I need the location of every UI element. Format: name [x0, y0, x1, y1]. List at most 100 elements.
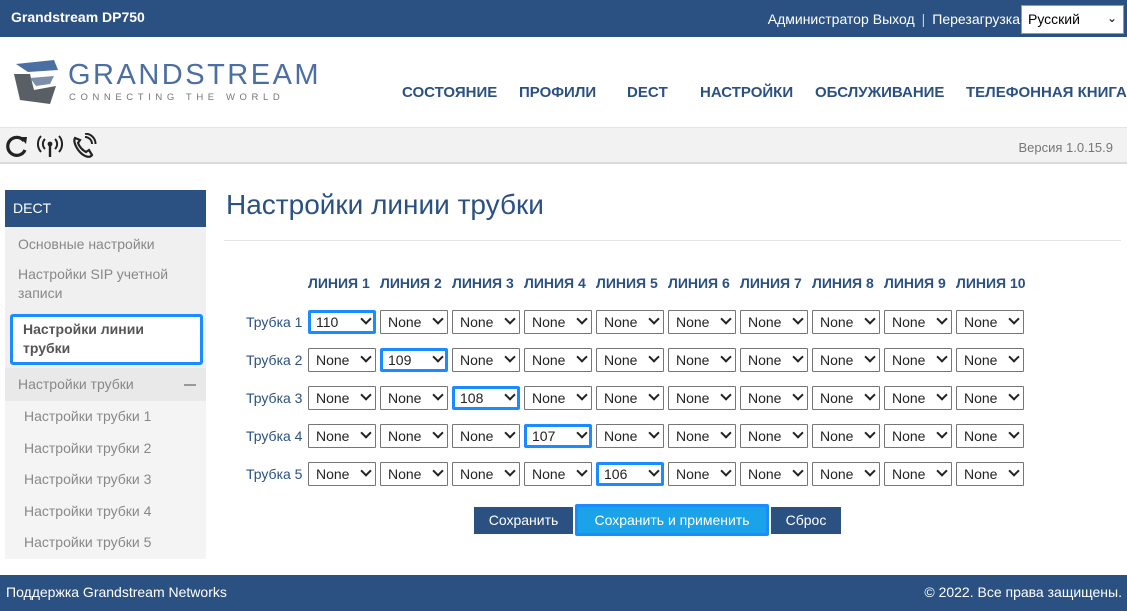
- nav-profiles[interactable]: ПРОФИЛИ: [519, 84, 596, 101]
- sidebar-item-handset-line[interactable]: Настройки линии трубки: [10, 314, 203, 365]
- logout-link[interactable]: Выход: [873, 11, 915, 27]
- line-select[interactable]: None: [452, 348, 520, 372]
- nav-status[interactable]: СОСТОЯНИЕ: [402, 84, 497, 101]
- line-select[interactable]: None: [308, 424, 376, 448]
- line-select[interactable]: None: [956, 348, 1024, 372]
- line-select[interactable]: None: [308, 462, 376, 486]
- line-select[interactable]: None: [812, 348, 880, 372]
- line-select[interactable]: None: [956, 386, 1024, 410]
- line-select[interactable]: None: [596, 348, 664, 372]
- sidebar-subitem-handset-1[interactable]: Настройки трубки 1: [5, 401, 206, 433]
- line-select[interactable]: None: [740, 310, 808, 334]
- line-select[interactable]: None: [812, 462, 880, 486]
- line-select[interactable]: None: [524, 348, 592, 372]
- line-select[interactable]: None: [740, 424, 808, 448]
- line-select[interactable]: None: [596, 310, 664, 334]
- line-select-value: None: [604, 352, 638, 368]
- chevron-down-icon: [1008, 427, 1020, 439]
- line-select[interactable]: None: [884, 310, 952, 334]
- line-select[interactable]: None: [452, 310, 520, 334]
- line-select[interactable]: None: [956, 462, 1024, 486]
- divider: [224, 240, 1121, 241]
- line-select[interactable]: None: [308, 386, 376, 410]
- line-select[interactable]: None: [668, 386, 736, 410]
- line-select[interactable]: 107: [524, 424, 592, 448]
- line-select-value: None: [676, 352, 710, 368]
- line-select[interactable]: None: [308, 348, 376, 372]
- row-label: Трубка 2: [246, 352, 303, 368]
- sidebar-item-basic[interactable]: Основные настройки: [5, 227, 206, 260]
- sidebar-subitem-handset-4[interactable]: Настройки трубки 4: [5, 495, 206, 527]
- line-select[interactable]: None: [884, 424, 952, 448]
- sidebar-subitem-handset-5[interactable]: Настройки трубки 5: [5, 527, 206, 559]
- line-select-value: None: [316, 390, 350, 406]
- column-header: ЛИНИЯ 8: [812, 275, 874, 291]
- line-select[interactable]: None: [380, 386, 448, 410]
- line-select[interactable]: None: [812, 310, 880, 334]
- refresh-icon[interactable]: [4, 133, 30, 159]
- collapse-icon[interactable]: [184, 384, 196, 386]
- chevron-down-icon: [720, 465, 732, 477]
- line-select[interactable]: None: [812, 386, 880, 410]
- line-select[interactable]: None: [740, 462, 808, 486]
- line-select[interactable]: None: [884, 462, 952, 486]
- chevron-down-icon: [648, 427, 660, 439]
- language-select[interactable]: Русский ⌄: [1021, 5, 1124, 34]
- chevron-down-icon: [360, 427, 372, 439]
- line-select[interactable]: None: [596, 424, 664, 448]
- line-select-value: None: [460, 466, 494, 482]
- line-select[interactable]: None: [956, 310, 1024, 334]
- line-select-value: None: [820, 466, 854, 482]
- line-select[interactable]: None: [668, 310, 736, 334]
- sidebar-subitem-handset-3[interactable]: Настройки трубки 3: [5, 464, 206, 496]
- line-select[interactable]: None: [740, 386, 808, 410]
- line-select-value: None: [316, 352, 350, 368]
- copyright: © 2022. Все права защищены.: [924, 584, 1122, 600]
- nav-settings[interactable]: НАСТРОЙКИ: [700, 84, 793, 101]
- reboot-link[interactable]: Перезагрузка: [932, 11, 1020, 27]
- line-select[interactable]: 108: [452, 386, 520, 410]
- sidebar-item-sip-account[interactable]: Настройки SIP учетной записи: [5, 260, 206, 310]
- line-select[interactable]: None: [380, 424, 448, 448]
- support-link[interactable]: Поддержка Grandstream Networks: [6, 584, 227, 600]
- reset-button[interactable]: Сброс: [771, 507, 841, 534]
- line-select[interactable]: None: [524, 462, 592, 486]
- line-select[interactable]: None: [380, 462, 448, 486]
- sidebar-item-handset-settings[interactable]: Настройки трубки: [5, 368, 206, 401]
- line-select-value: None: [964, 314, 998, 330]
- line-select-value: None: [892, 466, 926, 482]
- line-select[interactable]: None: [380, 310, 448, 334]
- line-select[interactable]: None: [884, 348, 952, 372]
- chevron-down-icon: [864, 465, 876, 477]
- save-apply-button[interactable]: Сохранить и применить: [575, 504, 769, 536]
- line-select[interactable]: 109: [380, 348, 448, 372]
- line-select[interactable]: None: [884, 386, 952, 410]
- line-select[interactable]: 106: [596, 462, 664, 486]
- line-select-value: None: [748, 314, 782, 330]
- nav-dect[interactable]: DECT: [627, 84, 668, 101]
- line-select[interactable]: None: [596, 386, 664, 410]
- line-select[interactable]: 110: [308, 310, 376, 334]
- nav-maintenance[interactable]: ОБСЛУЖИВАНИЕ: [815, 84, 944, 101]
- line-select[interactable]: None: [452, 462, 520, 486]
- column-header: ЛИНИЯ 2: [380, 275, 442, 291]
- row-label: Трубка 5: [246, 466, 303, 482]
- line-select[interactable]: None: [668, 348, 736, 372]
- line-select[interactable]: None: [524, 310, 592, 334]
- chevron-down-icon: [648, 351, 660, 363]
- sidebar-subitem-handset-2[interactable]: Настройки трубки 2: [5, 432, 206, 464]
- line-select[interactable]: None: [668, 462, 736, 486]
- line-select[interactable]: None: [956, 424, 1024, 448]
- chevron-down-icon: [792, 465, 804, 477]
- line-select[interactable]: None: [452, 424, 520, 448]
- line-select[interactable]: None: [668, 424, 736, 448]
- line-select[interactable]: None: [740, 348, 808, 372]
- line-select[interactable]: None: [524, 386, 592, 410]
- save-button[interactable]: Сохранить: [474, 507, 573, 534]
- chevron-down-icon: [864, 389, 876, 401]
- line-select[interactable]: None: [812, 424, 880, 448]
- line-select-value: None: [748, 390, 782, 406]
- chevron-down-icon: [504, 389, 516, 401]
- column-header: ЛИНИЯ 4: [524, 275, 586, 291]
- nav-phonebook[interactable]: ТЕЛЕФОННАЯ КНИГА: [966, 84, 1127, 101]
